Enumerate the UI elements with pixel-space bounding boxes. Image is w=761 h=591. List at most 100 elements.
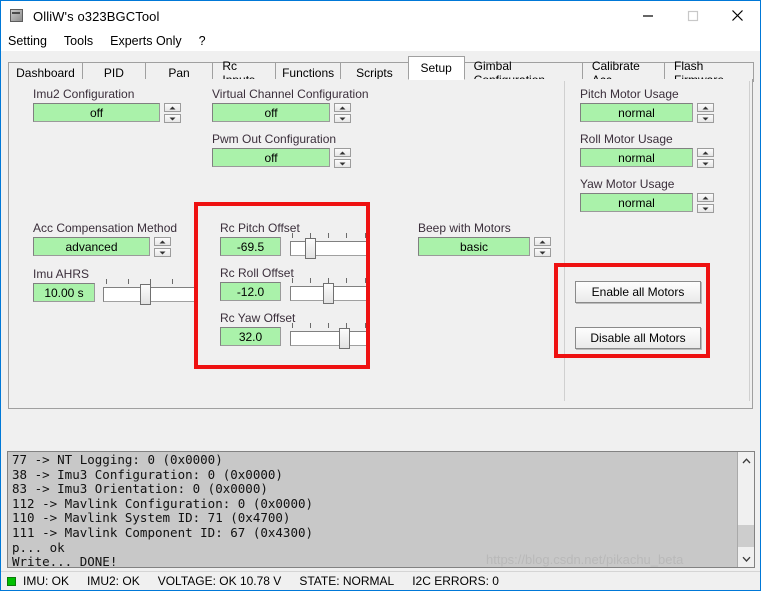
field-beep-with-motors: Beep with Motors basic xyxy=(418,221,551,257)
combo-beep-with-motors[interactable]: basic xyxy=(418,237,530,256)
tab-strip: Dashboard PID Pan Rc Inputs Functions Sc… xyxy=(8,56,754,87)
spin-down-pwm-out-configuration[interactable] xyxy=(334,159,351,168)
app-icon xyxy=(8,7,26,25)
spinner-roll-motor-usage xyxy=(697,148,714,168)
slider-rc-yaw-offset[interactable] xyxy=(290,323,368,349)
slider-rc-pitch-offset[interactable] xyxy=(290,233,368,259)
menu-item-help[interactable]: ? xyxy=(199,34,206,48)
label-beep-with-motors: Beep with Motors xyxy=(418,221,511,235)
spin-down-imu2-configuration[interactable] xyxy=(164,114,181,123)
spinner-beep-with-motors xyxy=(534,237,551,257)
disable-all-motors-button[interactable]: Disable all Motors xyxy=(575,327,701,349)
status-voltage: VOLTAGE: OK 10.78 V xyxy=(157,574,282,588)
console-scrollbar[interactable] xyxy=(737,452,754,567)
status-i2c-errors: I2C ERRORS: 0 xyxy=(412,574,499,588)
panel-divider-left xyxy=(564,81,565,401)
slider-thumb-rc-yaw-offset[interactable] xyxy=(339,328,350,349)
scroll-down-icon[interactable] xyxy=(738,550,754,567)
spinner-yaw-motor-usage xyxy=(697,193,714,213)
label-virtual-channel-configuration: Virtual Channel Configuration xyxy=(212,87,369,101)
console-scrollbar-thumb[interactable] xyxy=(738,525,754,547)
field-virtual-channel-configuration: Virtual Channel Configuration off xyxy=(212,87,369,123)
slider-track-rc-pitch-offset xyxy=(290,241,368,256)
maximize-button[interactable] xyxy=(670,1,715,30)
menu-bar: Setting Tools Experts Only ? xyxy=(1,31,760,51)
value-rc-yaw-offset[interactable]: 32.0 xyxy=(220,327,281,346)
spin-up-pwm-out-configuration[interactable] xyxy=(334,148,351,157)
combo-virtual-channel-configuration[interactable]: off xyxy=(212,103,330,122)
window-controls xyxy=(625,1,760,30)
menu-item-tools[interactable]: Tools xyxy=(64,34,93,48)
spinner-acc-compensation-method xyxy=(154,237,171,257)
spinner-pwm-out-configuration xyxy=(334,148,351,168)
application-window: OlliW's o323BGCTool Setting Tools Expert… xyxy=(0,0,761,591)
spin-up-virtual-channel-configuration[interactable] xyxy=(334,103,351,112)
label-roll-motor-usage: Roll Motor Usage xyxy=(580,132,673,146)
console-output[interactable]: 77 -> NT Logging: 0 (0x0000) 38 -> Imu3 … xyxy=(7,451,755,568)
spin-up-pitch-motor-usage[interactable] xyxy=(697,103,714,112)
slider-thumb-rc-pitch-offset[interactable] xyxy=(305,238,316,259)
field-rc-yaw-offset: Rc Yaw Offset 32.0 xyxy=(220,311,368,349)
field-imu2-configuration: Imu2 Configuration off xyxy=(33,87,181,123)
enable-all-motors-button[interactable]: Enable all Motors xyxy=(575,281,701,303)
panel-divider-right xyxy=(749,81,750,401)
field-imu-ahrs: Imu AHRS 10.00 s xyxy=(33,267,198,305)
slider-thumb-imu-ahrs[interactable] xyxy=(140,284,151,305)
window-title: OlliW's o323BGCTool xyxy=(33,8,160,24)
spin-up-yaw-motor-usage[interactable] xyxy=(697,193,714,202)
status-imu: IMU: OK xyxy=(23,574,70,588)
spin-down-pitch-motor-usage[interactable] xyxy=(697,114,714,123)
spin-down-roll-motor-usage[interactable] xyxy=(697,159,714,168)
status-imu2: IMU2: OK xyxy=(87,574,140,588)
field-pitch-motor-usage: Pitch Motor Usage normal xyxy=(580,87,714,123)
slider-rc-roll-offset[interactable] xyxy=(290,278,368,304)
watermark-text: https://blog.csdn.net/pikachu_beta xyxy=(486,552,684,567)
value-imu-ahrs[interactable]: 10.00 s xyxy=(33,283,95,302)
spinner-virtual-channel-configuration xyxy=(334,103,351,123)
combo-acc-compensation-method[interactable]: advanced xyxy=(33,237,150,256)
slider-ticks-rc-pitch-offset xyxy=(290,233,368,239)
field-pwm-out-configuration: Pwm Out Configuration off xyxy=(212,132,351,168)
label-yaw-motor-usage: Yaw Motor Usage xyxy=(580,177,675,191)
minimize-button[interactable] xyxy=(625,1,670,30)
spin-down-virtual-channel-configuration[interactable] xyxy=(334,114,351,123)
label-imu2-configuration: Imu2 Configuration xyxy=(33,87,135,101)
field-yaw-motor-usage: Yaw Motor Usage normal xyxy=(580,177,714,213)
slider-thumb-rc-roll-offset[interactable] xyxy=(323,283,334,304)
combo-pwm-out-configuration[interactable]: off xyxy=(212,148,330,167)
field-rc-roll-offset: Rc Roll Offset -12.0 xyxy=(220,266,368,304)
spin-up-roll-motor-usage[interactable] xyxy=(697,148,714,157)
label-pitch-motor-usage: Pitch Motor Usage xyxy=(580,87,679,101)
combo-roll-motor-usage[interactable]: normal xyxy=(580,148,693,167)
field-rc-pitch-offset: Rc Pitch Offset -69.5 xyxy=(220,221,368,259)
spin-up-beep-with-motors[interactable] xyxy=(534,237,551,246)
combo-pitch-motor-usage[interactable]: normal xyxy=(580,103,693,122)
menu-item-setting[interactable]: Setting xyxy=(8,34,47,48)
connection-bar: Port COM5 Disconnect Data Display Read W… xyxy=(1,413,760,446)
combo-yaw-motor-usage[interactable]: normal xyxy=(580,193,693,212)
label-pwm-out-configuration: Pwm Out Configuration xyxy=(212,132,337,146)
spin-down-yaw-motor-usage[interactable] xyxy=(697,204,714,213)
title-bar: OlliW's o323BGCTool xyxy=(1,1,760,31)
console-text: 77 -> NT Logging: 0 (0x0000) 38 -> Imu3 … xyxy=(12,452,314,568)
status-bar: IMU: OK IMU2: OK VOLTAGE: OK 10.78 V STA… xyxy=(1,571,760,590)
close-button[interactable] xyxy=(715,1,760,30)
slider-imu-ahrs[interactable] xyxy=(103,279,198,305)
slider-ticks-rc-yaw-offset xyxy=(290,323,368,329)
spinner-imu2-configuration xyxy=(164,103,181,123)
scroll-up-icon[interactable] xyxy=(738,452,754,469)
field-roll-motor-usage: Roll Motor Usage normal xyxy=(580,132,714,168)
value-rc-pitch-offset[interactable]: -69.5 xyxy=(220,237,281,256)
setup-panel: Imu2 Configuration off Virtual Channel C… xyxy=(8,79,753,409)
spin-down-beep-with-motors[interactable] xyxy=(534,248,551,257)
spin-up-acc-compensation-method[interactable] xyxy=(154,237,171,246)
spin-up-imu2-configuration[interactable] xyxy=(164,103,181,112)
spinner-pitch-motor-usage xyxy=(697,103,714,123)
slider-track-rc-yaw-offset xyxy=(290,331,368,346)
status-state: STATE: NORMAL xyxy=(299,574,395,588)
value-rc-roll-offset[interactable]: -12.0 xyxy=(220,282,281,301)
combo-imu2-configuration[interactable]: off xyxy=(33,103,160,122)
menu-item-experts-only[interactable]: Experts Only xyxy=(110,34,182,48)
spin-down-acc-compensation-method[interactable] xyxy=(154,248,171,257)
tab-setup[interactable]: Setup xyxy=(407,56,465,80)
